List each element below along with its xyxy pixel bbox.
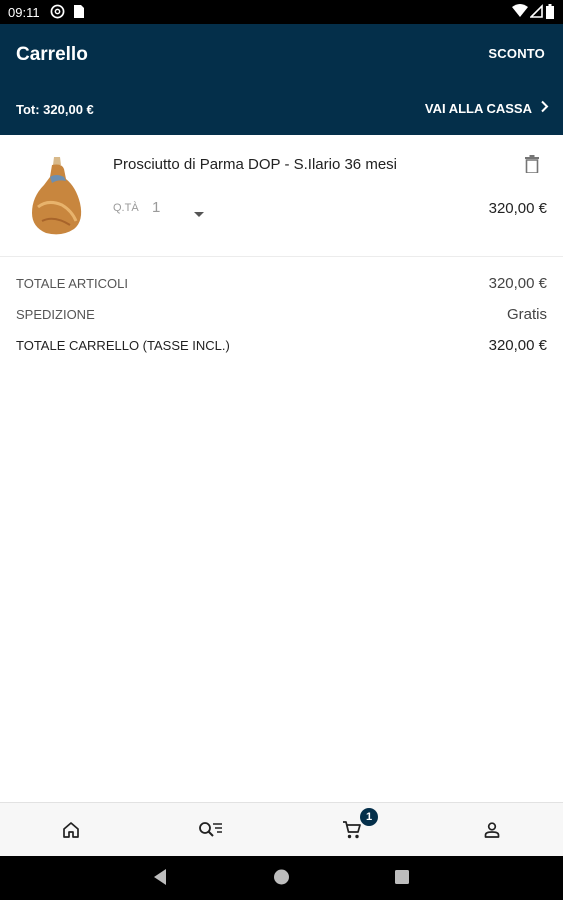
checkout-button[interactable]: VAI ALLA CASSA [425, 100, 549, 116]
cart-count-badge: 1 [360, 808, 378, 826]
cart-total-label: TOTALE CARRELLO (TASSE INCL.) [16, 338, 230, 353]
dropdown-arrow-icon [194, 205, 204, 223]
nav-home[interactable] [41, 803, 101, 857]
battery-icon [546, 4, 554, 22]
bottom-nav: 1 [0, 802, 563, 857]
summary-shipping: SPEDIZIONE Gratis [16, 306, 547, 327]
product-name[interactable]: Prosciutto di Parma DOP - S.Ilario 36 me… [113, 156, 397, 173]
checkout-label: VAI ALLA CASSA [424, 100, 532, 116]
summary-cart-total: TOTALE CARRELLO (TASSE INCL.) 320,00 € [16, 337, 547, 358]
prosciutto-ham-image [28, 155, 86, 242]
at-sign-icon [50, 4, 65, 22]
back-icon[interactable] [152, 868, 168, 891]
cart-total-summary: Tot: 320,00 € [16, 102, 94, 117]
system-nav-bar [0, 856, 563, 900]
status-bar: 09:11 [0, 0, 563, 24]
wifi-icon [512, 4, 528, 21]
app-bar: Carrello SCONTO Tot: 320,00 € VAI ALLA C… [0, 24, 563, 135]
quantity-label: Q.TÀ [113, 202, 139, 214]
trash-icon[interactable] [525, 155, 539, 178]
page-title: Carrello [16, 44, 88, 65]
chevron-right-icon [540, 100, 549, 116]
home-circle-icon[interactable] [273, 868, 290, 891]
sim-card-icon [73, 4, 85, 22]
discount-button[interactable]: SCONTO [488, 46, 545, 61]
recents-icon[interactable] [394, 868, 410, 891]
nav-search[interactable] [181, 803, 241, 857]
shipping-label: SPEDIZIONE [16, 307, 95, 322]
summary-items-total: TOTALE ARTICOLI 320,00 € [16, 275, 547, 296]
shipping-value: Gratis [506, 306, 547, 323]
items-total-value: 320,00 € [488, 275, 547, 292]
cart-item: Prosciutto di Parma DOP - S.Ilario 36 me… [0, 135, 563, 257]
cart-total-value: 320,00 € [488, 337, 547, 354]
status-time: 09:11 [8, 5, 40, 20]
quantity-select[interactable]: 1 [152, 197, 212, 219]
quantity-value: 1 [152, 199, 161, 216]
item-price: 320,00 € [488, 200, 547, 217]
nav-cart[interactable]: 1 [322, 803, 382, 857]
items-total-label: TOTALE ARTICOLI [16, 276, 128, 291]
nav-account[interactable] [462, 803, 522, 857]
signal-icon [529, 4, 543, 21]
